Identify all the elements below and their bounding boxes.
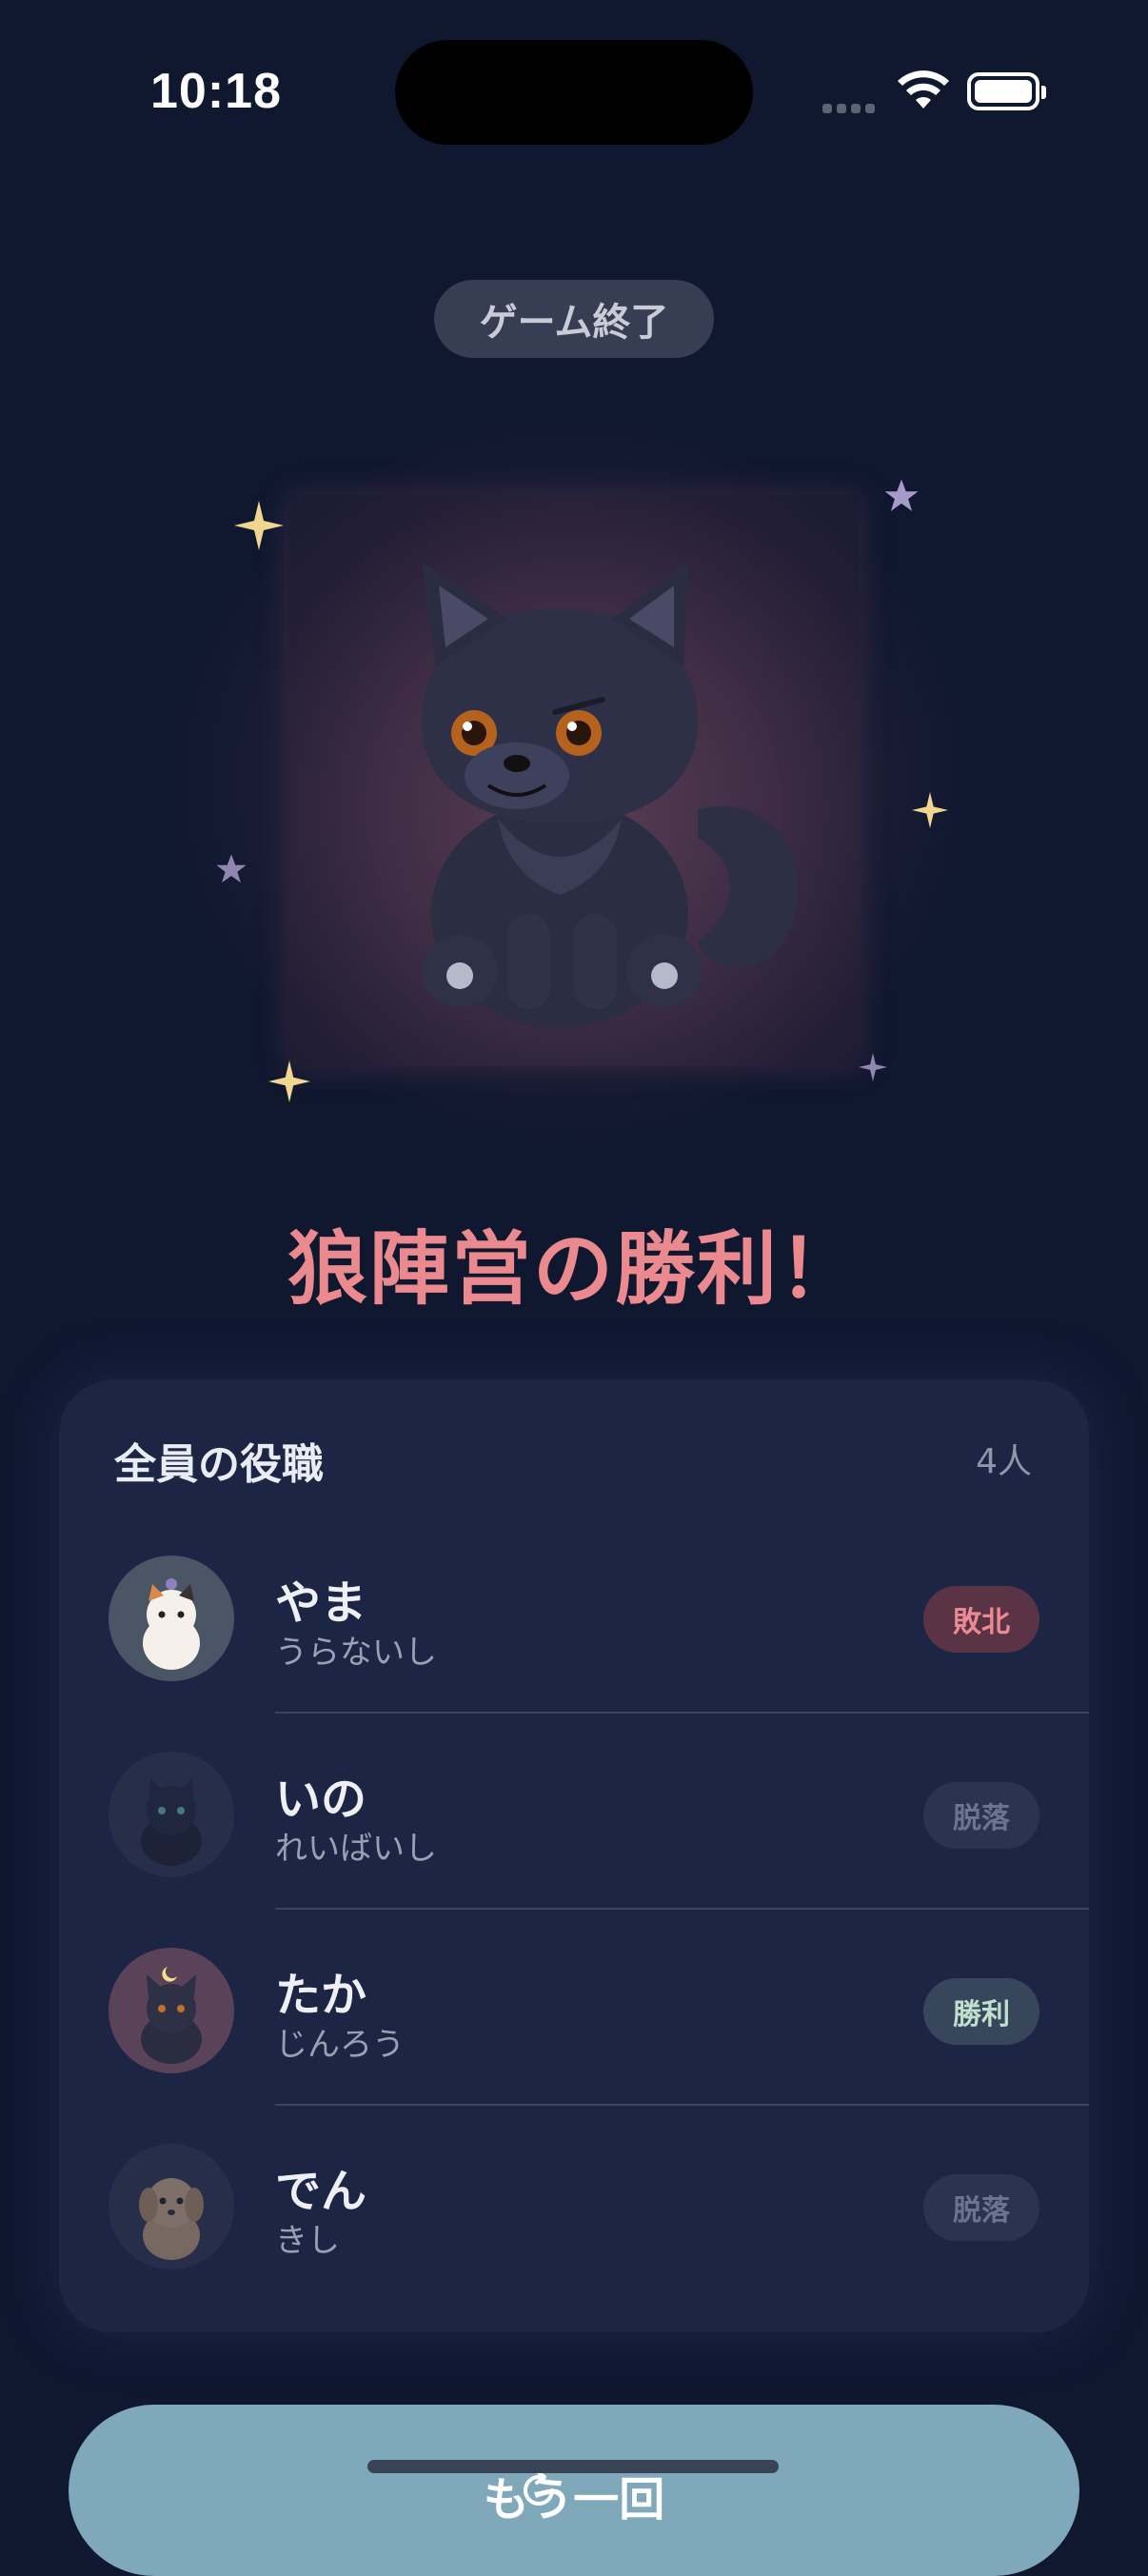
avatar xyxy=(109,2144,234,2269)
star-icon xyxy=(216,854,247,883)
player-row[interactable]: でん きし 脱落 xyxy=(59,2106,1089,2302)
dynamic-island xyxy=(395,40,753,145)
wolf-portrait xyxy=(288,495,860,1066)
player-role: きし xyxy=(275,2222,340,2260)
result-badge: 脱落 xyxy=(923,2174,1039,2241)
wifi-icon xyxy=(898,70,949,109)
player-name: やま xyxy=(275,1576,367,1630)
result-badge: 勝利 xyxy=(923,1978,1039,2045)
player-role: じんろう xyxy=(275,2026,405,2064)
play-again-button[interactable]: もう一回 xyxy=(69,2405,1079,2576)
victory-title: 狼陣営の勝利！ xyxy=(287,1222,861,1316)
avatar xyxy=(109,1752,234,1877)
player-name: いの xyxy=(275,1773,367,1826)
player-name: でん xyxy=(275,2165,367,2218)
avatar xyxy=(109,1556,234,1681)
black-cat-icon xyxy=(141,1778,202,1866)
result-badge: 敗北 xyxy=(923,1586,1039,1653)
player-count: 4人 xyxy=(976,1442,1032,1481)
game-over-chip: ゲーム終了 xyxy=(434,280,714,358)
sparkle-icon xyxy=(234,501,284,550)
battery-icon xyxy=(967,72,1046,110)
player-row[interactable]: やま うらないし 敗北 xyxy=(59,1517,1089,1714)
star-icon xyxy=(884,479,919,511)
player-role: うらないし xyxy=(275,1634,437,1672)
sparkle-icon xyxy=(859,1053,887,1081)
avatar xyxy=(109,1948,234,2073)
sparkle-icon xyxy=(912,792,948,828)
wolf-icon xyxy=(141,1967,202,2064)
status-time: 10:18 xyxy=(150,64,282,119)
roles-card-title: 全員の役職 xyxy=(114,1440,324,1489)
cellular-signal-icon xyxy=(822,99,880,117)
sparkle-icon xyxy=(268,1060,310,1102)
dog-icon xyxy=(139,2178,204,2260)
player-name: たか xyxy=(275,1969,367,2022)
roles-card: 全員の役職 4人 やま うらないし 敗北 いの れいばいし 脱落 たか じんろう… xyxy=(59,1380,1089,2332)
result-badge: 脱落 xyxy=(923,1782,1039,1849)
home-indicator xyxy=(367,2460,779,2473)
player-role: れいばいし xyxy=(275,1830,437,1868)
calico-cat-icon xyxy=(143,1578,200,1670)
player-row[interactable]: いの れいばいし 脱落 xyxy=(59,1714,1089,1910)
player-row[interactable]: たか じんろう 勝利 xyxy=(59,1910,1089,2106)
